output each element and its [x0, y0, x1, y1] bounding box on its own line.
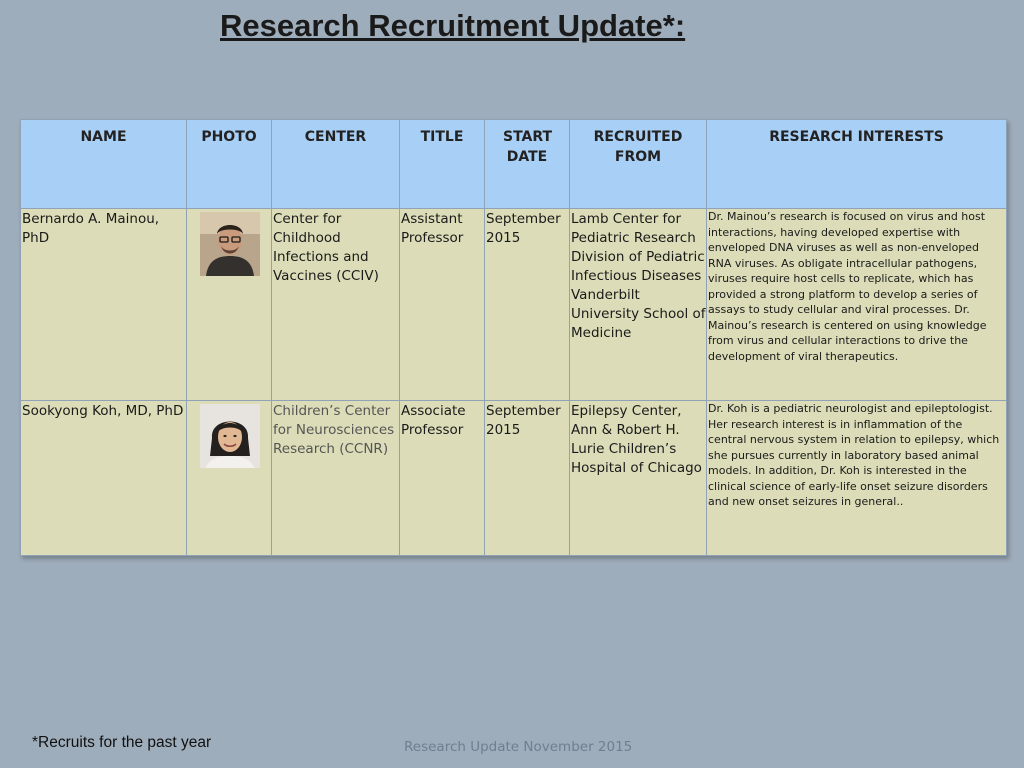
header-center: CENTER — [271, 119, 400, 209]
cell-photo — [186, 208, 272, 401]
table-row: Bernardo A. Mainou, PhD Center for Child… — [20, 208, 1007, 401]
cell-name: Sookyong Koh, MD, PhD — [20, 400, 187, 556]
table-header-row: NAME PHOTO CENTER TITLE START DATE RECRU… — [20, 119, 1007, 209]
header-photo: PHOTO — [186, 119, 272, 209]
cell-research-interests: Dr. Mainou’s research is focused on viru… — [706, 208, 1007, 401]
cell-recruited-from: Lamb Center for Pediatric Research Divis… — [569, 208, 707, 401]
person-photo-icon — [199, 212, 260, 276]
cell-research-interests: Dr. Koh is a pediatric neurologist and e… — [706, 400, 1007, 556]
header-start-date: START DATE — [484, 119, 570, 209]
cell-photo — [186, 400, 272, 556]
cell-title: Assistant Professor — [399, 208, 485, 401]
table-row: Sookyong Koh, MD, PhD Children’s Center … — [20, 400, 1007, 556]
header-title: TITLE — [399, 119, 485, 209]
cell-start-date: September 2015 — [484, 208, 570, 401]
header-research-interests: RESEARCH INTERESTS — [706, 119, 1007, 209]
header-name: NAME — [20, 119, 187, 209]
cell-center: Center for Childhood Infections and Vacc… — [271, 208, 400, 401]
page-title: Research Recruitment Update*: — [220, 8, 686, 43]
cell-title: Associate Professor — [399, 400, 485, 556]
cell-name: Bernardo A. Mainou, PhD — [20, 208, 187, 401]
recruitment-table: NAME PHOTO CENTER TITLE START DATE RECRU… — [20, 119, 1007, 556]
cell-start-date: September 2015 — [484, 400, 570, 556]
footnote: *Recruits for the past year — [32, 734, 212, 751]
person-photo-icon — [199, 404, 260, 468]
cell-recruited-from: Epilepsy Center, Ann & Robert H. Lurie C… — [569, 400, 707, 556]
cell-center: Children’s Center for Neurosciences Rese… — [271, 400, 400, 556]
footer-text: Research Update November 2015 — [404, 739, 633, 755]
header-recruited-from: RECRUITED FROM — [569, 119, 707, 209]
